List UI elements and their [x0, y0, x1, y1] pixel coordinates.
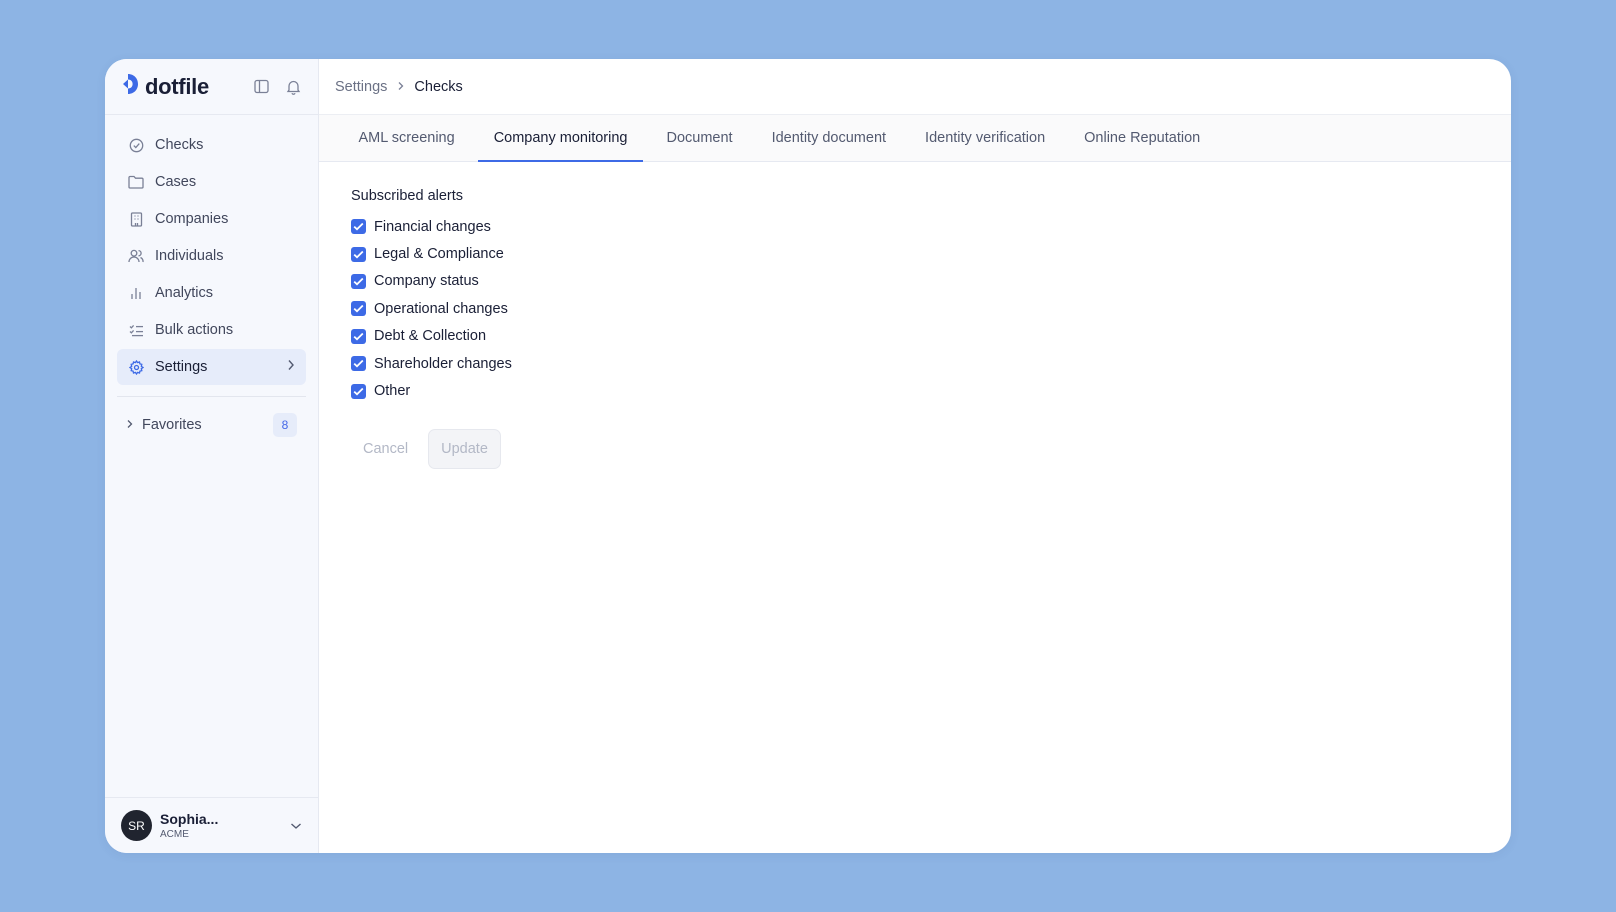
checkbox-checked[interactable] — [351, 356, 366, 372]
alert-option-label: Company status — [374, 273, 479, 290]
alert-option-company-status: Company status — [351, 268, 1479, 295]
tab-company-monitoring[interactable]: Company monitoring — [478, 115, 643, 162]
breadcrumb-settings[interactable]: Settings — [335, 79, 387, 95]
favorites-count-badge: 8 — [273, 413, 297, 437]
bell-icon[interactable] — [284, 78, 302, 96]
alert-option-shareholder-changes: Shareholder changes — [351, 350, 1479, 377]
checkbox-checked[interactable] — [351, 328, 366, 344]
sidebar-item-label: Analytics — [155, 285, 214, 301]
subscribed-alerts-title: Subscribed alerts — [351, 188, 464, 204]
chevron-down-icon — [290, 817, 302, 835]
building-icon — [128, 211, 144, 227]
tab-aml-screening[interactable]: AML screening — [343, 115, 470, 161]
update-button[interactable]: Update — [428, 428, 501, 469]
user-org: ACME — [160, 829, 189, 840]
alert-option-operational-changes: Operational changes — [351, 295, 1479, 322]
sidebar-item-label: Settings — [155, 359, 208, 375]
folder-icon — [128, 174, 144, 190]
brand-name: dotfile — [145, 73, 209, 99]
sidebar-item-bulk-actions[interactable]: Bulk actions — [117, 312, 306, 348]
sidebar-item-label: Checks — [155, 137, 204, 153]
alert-option-financial-changes: Financial changes — [351, 213, 1479, 240]
alert-option-label: Financial changes — [374, 218, 491, 235]
sidebar-nav: Checks Cases Companies Individuals Analy… — [105, 115, 318, 385]
alert-option-legal-compliance: Legal & Compliance — [351, 240, 1479, 267]
sidebar-item-analytics[interactable]: Analytics — [117, 275, 306, 311]
sidebar-toggle-icon[interactable] — [252, 78, 270, 96]
tab-identity-document[interactable]: Identity document — [756, 115, 901, 161]
checkbox-checked[interactable] — [351, 273, 366, 289]
bar-chart-icon — [128, 285, 144, 301]
checkbox-checked[interactable] — [351, 301, 366, 317]
sidebar-item-individuals[interactable]: Individuals — [117, 238, 306, 274]
form-actions: Cancel Update — [351, 428, 1479, 469]
users-icon — [128, 248, 144, 264]
sidebar-header: dotfile — [105, 59, 318, 115]
favorites-toggle[interactable]: Favorites 8 — [117, 408, 306, 442]
chevron-right-icon — [397, 79, 404, 95]
alert-option-label: Debt & Collection — [374, 328, 487, 345]
app-window: dotfile Checks Cases Companies Individua… — [105, 59, 1511, 853]
sidebar-item-checks[interactable]: Checks — [117, 127, 306, 163]
alert-option-debt-collection: Debt & Collection — [351, 323, 1479, 350]
alert-option-label: Other — [374, 383, 411, 400]
alert-option-label: Operational changes — [374, 300, 508, 317]
sidebar: dotfile Checks Cases Companies Individua… — [105, 59, 319, 853]
chevron-right-icon — [126, 417, 133, 433]
sidebar-item-label: Individuals — [155, 248, 224, 264]
checkbox-checked[interactable] — [351, 246, 366, 262]
sidebar-item-settings[interactable]: Settings — [117, 349, 306, 385]
tab-identity-verification[interactable]: Identity verification — [910, 115, 1061, 161]
checkbox-checked[interactable] — [351, 383, 366, 399]
breadcrumb: Settings Checks — [319, 59, 1511, 115]
tab-document[interactable]: Document — [651, 115, 748, 161]
sidebar-item-companies[interactable]: Companies — [117, 201, 306, 237]
settings-form: Subscribed alerts Financial changes Lega… — [319, 162, 1511, 495]
avatar: SR — [121, 810, 152, 841]
cancel-button[interactable]: Cancel — [351, 429, 420, 469]
tab-online-reputation[interactable]: Online Reputation — [1069, 115, 1216, 161]
sidebar-item-label: Cases — [155, 174, 197, 190]
alert-option-label: Legal & Compliance — [374, 246, 504, 263]
gear-icon — [128, 359, 144, 375]
user-name: Sophia... — [160, 811, 219, 827]
user-menu[interactable]: SR Sophia... ACME — [105, 797, 318, 853]
logo[interactable]: dotfile — [121, 73, 209, 100]
alert-option-label: Shareholder changes — [374, 355, 512, 372]
sidebar-divider — [117, 396, 306, 397]
list-checks-icon — [128, 322, 144, 338]
user-info: Sophia... ACME — [160, 811, 218, 840]
sidebar-item-label: Bulk actions — [155, 322, 234, 338]
dotfile-logo-icon — [121, 73, 139, 100]
chevron-right-icon — [287, 359, 295, 375]
check-circle-icon — [128, 137, 144, 153]
main-panel: Settings Checks AML screening Company mo… — [319, 59, 1511, 853]
breadcrumb-current: Checks — [414, 78, 463, 95]
favorites-label: Favorites — [142, 417, 202, 433]
sidebar-item-cases[interactable]: Cases — [117, 164, 306, 200]
checkbox-checked[interactable] — [351, 219, 366, 235]
check-type-tabs: AML screening Company monitoring Documen… — [319, 115, 1511, 162]
sidebar-item-label: Companies — [155, 211, 229, 227]
alert-option-other: Other — [351, 377, 1479, 404]
